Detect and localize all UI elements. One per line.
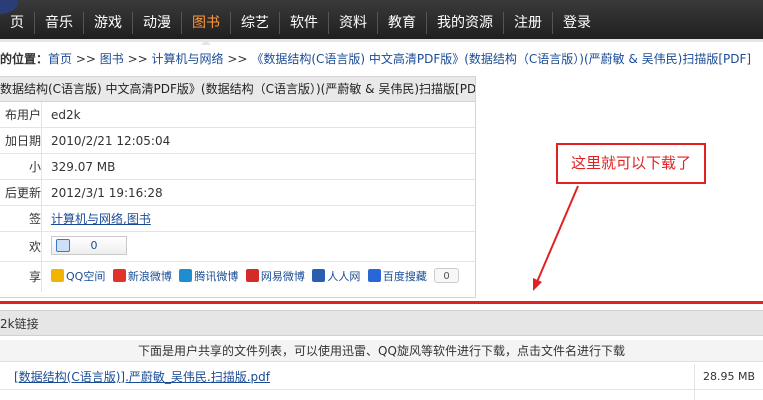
ed2k-instructions: 下面是用户共享的文件列表，可以使用迅雷、QQ旋风等软件进行下载，点击文件名进行下… (0, 340, 763, 362)
annotation-underline (0, 301, 763, 304)
file-size: 28.95 MB (702, 370, 755, 383)
file-row (0, 390, 763, 400)
ed2k-section-header: 2k链接 (0, 310, 763, 336)
divider (694, 390, 695, 400)
file-download-link[interactable]: [数据结构(C语言版)].严蔚敏_吴伟民.扫描版.pdf (14, 364, 270, 390)
file-row: [数据结构(C语言版)].严蔚敏_吴伟民.扫描版.pdf 28.95 MB (0, 364, 763, 390)
divider (694, 364, 695, 389)
